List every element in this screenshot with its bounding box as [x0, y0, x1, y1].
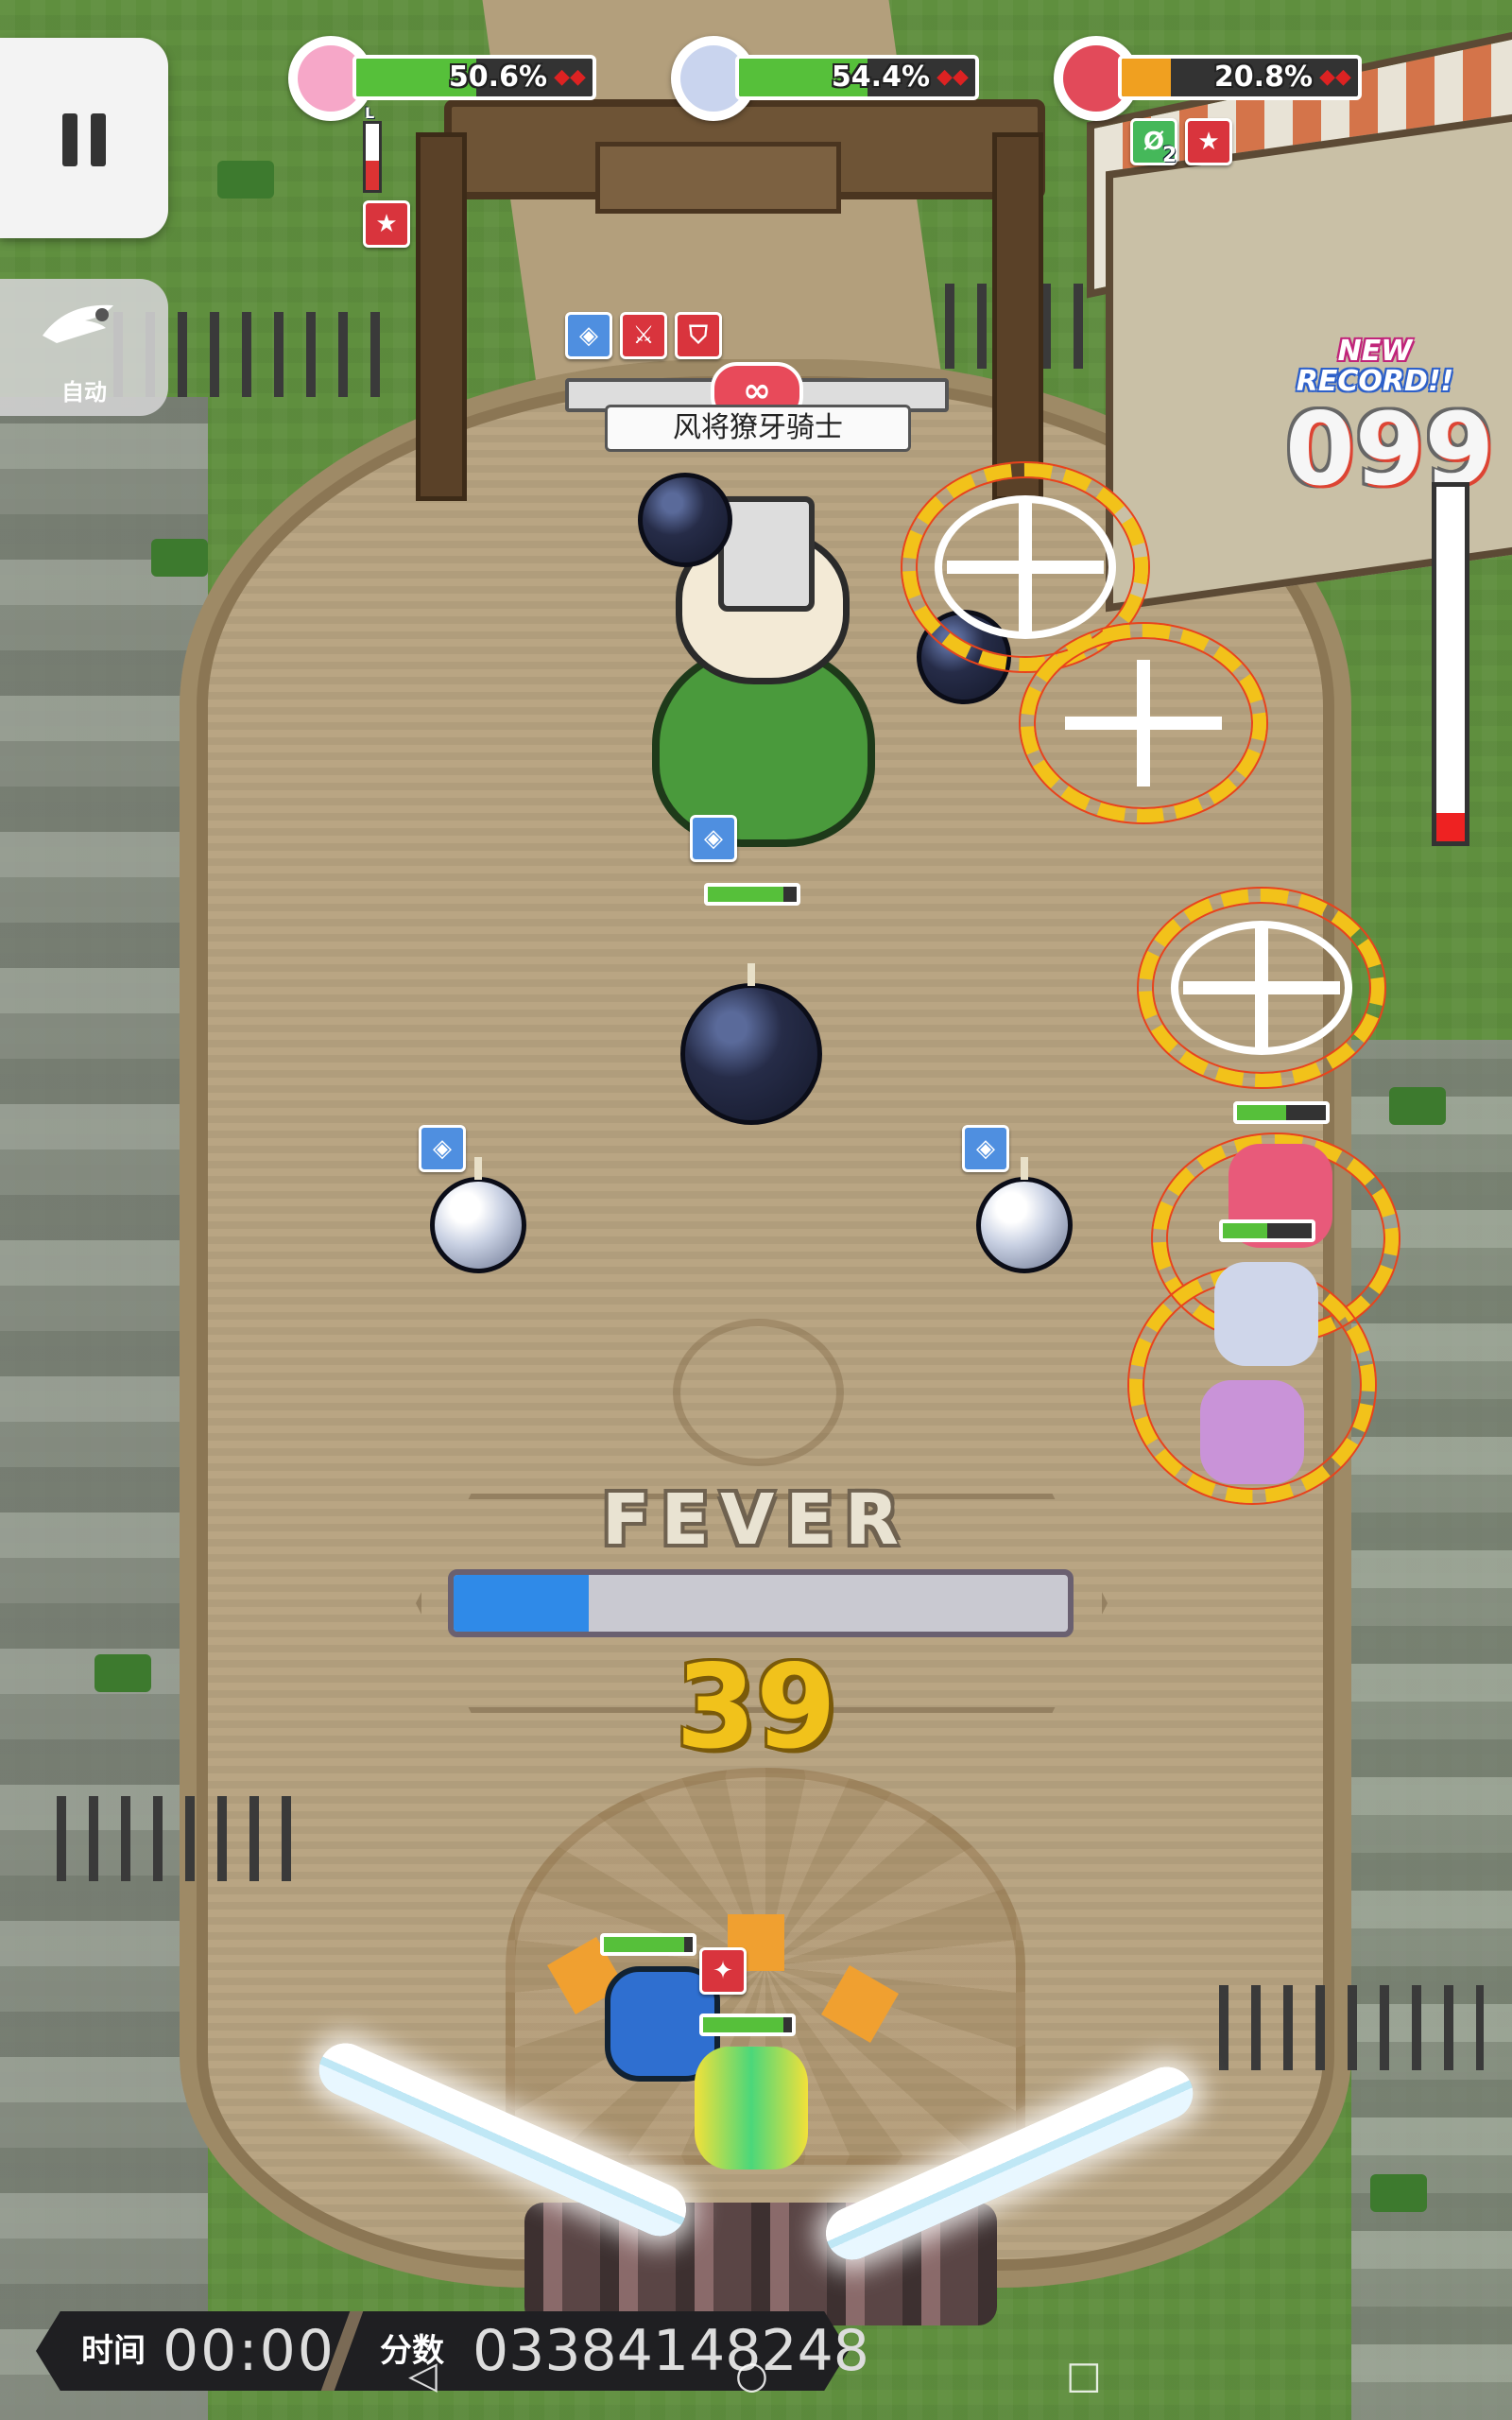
hp-bar: 20.8% ◆◆: [1118, 55, 1362, 100]
silver-bomb: [976, 1157, 1073, 1273]
diamond-icon: ◆◆: [554, 65, 586, 89]
nav-home-icon[interactable]: ○: [735, 2354, 768, 2397]
target-crosshair: [1021, 624, 1266, 822]
shield-down-icon: ◈: [565, 312, 612, 359]
hp-bar: 50.6% ◆◆: [352, 55, 596, 100]
new-record-badge: NEW RECORD!!: [1290, 337, 1460, 397]
star-up-icon: ★: [1185, 118, 1232, 165]
new-record-line1: NEW: [1337, 335, 1413, 368]
ally-mini-hp: [1233, 1101, 1330, 1124]
diamond-icon: ◆◆: [1319, 65, 1351, 89]
fever-count: 39: [676, 1640, 836, 1774]
left-cliff: [0, 397, 208, 2420]
silver-bomb: [430, 1157, 526, 1273]
auto-button[interactable]: 自动: [0, 279, 168, 416]
fever-label: FEVER: [602, 1479, 910, 1561]
sword-up-icon: ⚔: [620, 312, 667, 359]
bush: [1389, 1087, 1446, 1125]
gate-post: [992, 132, 1043, 501]
fence: [1219, 1985, 1484, 2070]
bush: [217, 161, 274, 199]
attack-up-icon: ✦: [699, 1947, 747, 1995]
diamond-icon: ◆◆: [936, 65, 969, 89]
target-crosshair: [1139, 889, 1384, 1087]
gauge-label: L: [365, 104, 375, 122]
ally-mini-hp: [600, 1933, 696, 1956]
ball-character: [695, 2047, 808, 2169]
score-value: 03384148248: [472, 2318, 869, 2384]
nav-back-icon[interactable]: ◁: [408, 2354, 438, 2397]
fence: [57, 1796, 302, 1881]
defense-up-icon: ⛉: [675, 312, 722, 359]
shield-down-icon: ◈: [419, 1125, 466, 1172]
skill-gauge: [363, 121, 382, 193]
buff-count: 2: [1162, 144, 1177, 167]
time-value: 00:00: [163, 2318, 335, 2384]
shield-down-icon: ◈: [690, 815, 737, 862]
combo-gauge: [1432, 482, 1469, 846]
fever-gauge: [448, 1569, 1074, 1637]
bomb: [638, 473, 732, 567]
floor-emblem: [673, 1319, 844, 1466]
hp-percent: 50.6%: [448, 60, 547, 94]
bush: [94, 1654, 151, 1692]
hp-bar: 54.4% ◆◆: [735, 55, 979, 100]
boss-rider: [718, 496, 815, 612]
star-up-icon: ★: [363, 200, 410, 248]
boss-mini-hp: [704, 883, 800, 906]
wing-icon: [43, 304, 113, 343]
gate-sign: [595, 142, 841, 214]
ally-mini-hp: [699, 2014, 796, 2036]
bush: [1370, 2174, 1427, 2212]
ally-character-purple: [1200, 1380, 1304, 1484]
hp-percent: 54.4%: [831, 60, 930, 94]
pause-button[interactable]: [0, 38, 168, 238]
ally-character-silver: [1214, 1262, 1318, 1366]
nav-recents-icon[interactable]: □: [1066, 2354, 1102, 2397]
hp-percent: 20.8%: [1213, 60, 1313, 94]
boss-name: 风将獠牙骑士: [605, 405, 911, 452]
bush: [151, 539, 208, 577]
auto-label: 自动: [61, 379, 107, 406]
time-label: 时间: [81, 2332, 146, 2370]
shield-down-icon: ◈: [962, 1125, 1009, 1172]
gate-post: [416, 132, 467, 501]
bomb: [680, 963, 822, 1125]
ally-mini-hp: [1219, 1219, 1315, 1242]
